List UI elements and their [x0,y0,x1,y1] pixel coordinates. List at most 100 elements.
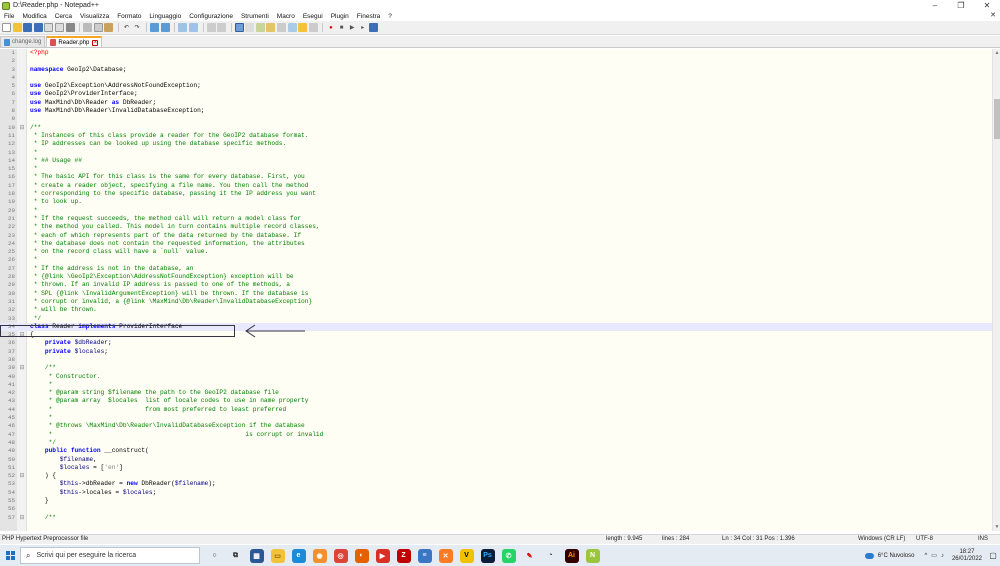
scroll-down-icon[interactable]: ▼ [993,524,1000,530]
tab-close-icon[interactable]: × [92,39,99,46]
tray-overflow-icon[interactable]: ^ [924,553,927,559]
code-line[interactable]: 45 * [0,414,992,422]
menu-help[interactable]: ? [384,13,396,20]
code-line[interactable]: 7 use MaxMind\Db\Reader as DbReader; [0,99,992,107]
code-line[interactable]: 47 * is corrupt or invalid [0,431,992,439]
code-line[interactable]: 1 <?php [0,49,992,57]
edge-icon[interactable]: e [291,548,306,563]
minimize-button[interactable]: – [922,0,948,11]
close-file-icon[interactable] [44,23,54,32]
monitoring-icon[interactable] [308,23,318,32]
code-line[interactable]: 29 * thrown. If an invalid IP address is… [0,281,992,289]
code-editor[interactable]: 1 <?php 2 3 namespace GeoIp2\Database; 4 5 use … [0,49,992,531]
code-line[interactable]: 13 * [0,149,992,157]
paste-icon[interactable] [104,23,114,32]
print-icon[interactable] [65,23,75,32]
photoshop-icon[interactable]: Ps [480,548,495,563]
volume-icon[interactable]: ♪ [941,553,944,559]
firefox-alt-icon[interactable]: ◉ [312,548,327,563]
word-wrap-icon[interactable] [234,23,244,32]
task-view-icon[interactable]: ⧉ [228,548,243,563]
code-line[interactable]: 21 * If the request succeeds, the method… [0,215,992,223]
zoom-out-icon[interactable] [188,23,198,32]
code-line[interactable]: 30 * SPL {@link \InvalidArgumentExceptio… [0,290,992,298]
find-icon[interactable] [150,23,160,32]
save-macro-icon[interactable] [368,23,378,32]
code-line[interactable]: 3 namespace GeoIp2\Database; [0,66,992,74]
new-file-icon[interactable] [2,23,11,32]
fold-toggle-icon[interactable]: ⊟ [18,472,26,480]
code-line[interactable]: 44 * from most preferred to least prefer… [0,406,992,414]
code-line[interactable]: 16 * The basic API for this class is the… [0,173,992,181]
code-line[interactable]: 57 ⊟ /** [0,514,992,522]
open-file-icon[interactable] [12,23,22,32]
sync-horizontal-icon[interactable] [217,23,227,32]
speedometer-icon[interactable]: ◔ [543,548,558,563]
code-line[interactable]: 32 * will be thrown. [0,306,992,314]
menu-configurazione[interactable]: Configurazione [185,13,237,20]
code-line[interactable]: 22 * the method you called. This model i… [0,223,992,231]
save-all-icon[interactable] [33,23,43,32]
firefox-icon[interactable]: ◐ [354,548,369,563]
code-line[interactable]: 17 * create a reader object, specifying … [0,182,992,190]
close-document-icon[interactable]: ✕ [990,11,996,19]
store-icon[interactable]: ▦ [249,548,264,563]
code-line[interactable]: 28 * {@link \GeoIp2\Exception\AddressNot… [0,273,992,281]
chrome-icon[interactable]: ◎ [333,548,348,563]
menu-modifica[interactable]: Modifica [18,13,50,20]
menu-strumenti[interactable]: Strumenti [237,13,273,20]
folder-as-workspace-icon[interactable] [298,23,308,32]
code-line[interactable]: 41 * [0,381,992,389]
code-line[interactable]: 6 use GeoIp2\ProviderInterface; [0,90,992,98]
menu-file[interactable]: File [0,13,18,20]
fold-toggle-icon[interactable]: ⊟ [18,514,26,522]
code-line[interactable]: 19 * to look up. [0,198,992,206]
fold-toggle-icon[interactable]: ⊟ [18,364,26,372]
menu-visualizza[interactable]: Visualizza [76,13,113,20]
code-line[interactable]: 31 * corrupt or invalid, a {@link \MaxMi… [0,298,992,306]
code-line[interactable]: 49 public function __construct( [0,447,992,455]
menu-linguaggio[interactable]: Linguaggio [145,13,185,20]
indent-guide-icon[interactable] [255,23,265,32]
code-line[interactable]: 50 $filename, [0,456,992,464]
tab-reader-php[interactable]: Reader.php × [46,36,103,47]
code-line[interactable]: 25 * on the record class will have a `nu… [0,248,992,256]
illustrator-icon[interactable]: Ai [564,548,579,563]
scrollbar-thumb[interactable] [994,99,1000,139]
notepadpp-icon[interactable]: N [585,548,600,563]
menu-plugin[interactable]: Plugin [327,13,353,20]
close-button[interactable]: ✕ [974,0,1000,11]
weather-widget[interactable]: 6°C Nuvoloso [864,552,914,559]
cut-icon[interactable] [83,23,93,32]
code-line[interactable]: 24 * the database does not contain the r… [0,240,992,248]
code-line[interactable]: 4 [0,74,992,82]
taskbar-search-box[interactable]: ⌕ Scrivi qui per eseguire la ricerca [20,547,200,564]
code-line[interactable]: 23 * each of which represents part of th… [0,232,992,240]
code-line[interactable]: 55 } [0,497,992,505]
menu-finestra[interactable]: Finestra [353,13,384,20]
code-line[interactable]: 2 [0,57,992,65]
code-line[interactable]: 38 [0,356,992,364]
whatsapp-icon[interactable]: ✆ [501,548,516,563]
play-macro-icon[interactable]: ▶ [348,23,357,32]
function-list-icon[interactable] [287,23,297,32]
network-icon[interactable]: ▭ [931,552,937,559]
taskbar-clock[interactable]: 18:27 26/01/2022 [952,549,982,563]
vertical-scrollbar[interactable]: ▲ ▼ [992,49,1000,531]
notepad-icon[interactable]: ≡ [417,548,432,563]
show-all-chars-icon[interactable] [245,23,255,32]
code-line[interactable]: 14 * ## Usage ## [0,157,992,165]
redo-icon[interactable]: ↷ [133,23,142,32]
play-multiple-icon[interactable]: ▸ [358,23,367,32]
cortana-icon[interactable]: ○ [207,548,222,563]
video-icon[interactable]: ▶ [375,548,390,563]
code-line[interactable]: 27 * If the address is not in the databa… [0,265,992,273]
code-line[interactable]: 48 */ [0,439,992,447]
vectorworks-icon[interactable]: V [459,548,474,563]
status-eol[interactable]: Windows (CR LF) [858,536,905,542]
code-line[interactable]: 10 ⊟ /** [0,124,992,132]
replace-icon[interactable] [160,23,170,32]
code-line[interactable]: 43 * @param array $locales list of local… [0,397,992,405]
code-line[interactable]: 33 */ [0,315,992,323]
code-line[interactable]: 39 ⊟ /** [0,364,992,372]
